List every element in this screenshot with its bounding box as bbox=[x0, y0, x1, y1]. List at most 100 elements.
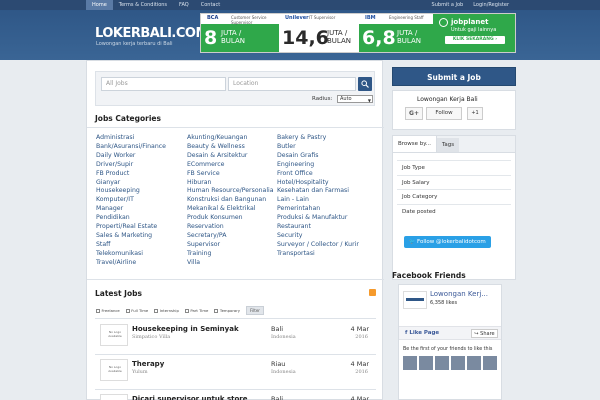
category-link[interactable]: Hiburan bbox=[187, 179, 274, 188]
nav-home[interactable]: Home bbox=[86, 0, 113, 10]
tab-browse-by[interactable]: Browse by... bbox=[393, 136, 437, 152]
sidebar: Submit a Job Lowongan Kerja Bali G+ Foll… bbox=[392, 60, 516, 400]
category-link[interactable]: Transportasi bbox=[277, 250, 359, 259]
category-link[interactable]: Training bbox=[187, 250, 274, 259]
ad-cta-button[interactable]: KLIK SEKARANG › bbox=[445, 36, 505, 44]
twitter-follow-button[interactable]: 🐦 Follow @lokerbalidotcom bbox=[404, 236, 491, 248]
nav-submit-job[interactable]: Submit a Job bbox=[427, 0, 469, 10]
nav-contact[interactable]: Contact bbox=[195, 0, 226, 10]
category-link[interactable]: Villa bbox=[187, 259, 274, 268]
jobs-search-input[interactable]: All Jobs bbox=[101, 77, 226, 91]
nav-login-register[interactable]: Login/Register bbox=[468, 0, 514, 10]
filter-checkbox-full-time[interactable]: Full Time bbox=[125, 308, 148, 313]
rss-icon[interactable] bbox=[369, 289, 376, 296]
avatar[interactable] bbox=[467, 356, 481, 370]
search-button[interactable] bbox=[358, 77, 372, 91]
nav-faq[interactable]: FAQ bbox=[173, 0, 195, 10]
category-link[interactable]: Surveyor / Collector / Kurir bbox=[277, 241, 359, 250]
checkbox-icon[interactable] bbox=[184, 308, 189, 313]
category-link[interactable]: Komputer/IT bbox=[96, 196, 166, 205]
category-link[interactable]: Engineering bbox=[277, 161, 359, 170]
category-link[interactable]: Produksi & Manufaktur bbox=[277, 214, 359, 223]
filter-checkbox-freelance[interactable]: Freelance bbox=[96, 308, 120, 313]
filter-checkbox-internship[interactable]: Internship bbox=[154, 308, 179, 313]
category-link[interactable]: Kesehatan dan Farmasi bbox=[277, 187, 359, 196]
filter-label: Temporary bbox=[219, 308, 241, 313]
gplus-page-name[interactable]: Lowongan Kerja Bali bbox=[417, 96, 478, 103]
category-link[interactable]: Mekanikal & Elektrikal bbox=[187, 205, 274, 214]
avatar[interactable] bbox=[403, 356, 417, 370]
job-title[interactable]: Therapy bbox=[132, 360, 164, 368]
facebook-widget: Lowongan Kerj... 6,358 likes f Like Page… bbox=[398, 284, 502, 400]
category-link[interactable]: Staff bbox=[96, 241, 166, 250]
category-link[interactable]: Telekomunikasi bbox=[96, 250, 166, 259]
fb-page-image[interactable] bbox=[403, 291, 427, 309]
checkbox-icon[interactable] bbox=[214, 308, 219, 313]
avatar[interactable] bbox=[419, 356, 433, 370]
site-logo[interactable]: LOKERBALI.COM bbox=[95, 26, 208, 41]
category-link[interactable]: FB Product bbox=[96, 170, 166, 179]
browse-item-job-salary[interactable]: Job Salary bbox=[397, 174, 511, 190]
checkbox-icon[interactable] bbox=[96, 308, 100, 313]
category-link[interactable]: Hotel/Hospitality bbox=[277, 179, 359, 188]
category-link[interactable]: Security bbox=[277, 232, 359, 241]
category-link[interactable]: ECommerce bbox=[187, 161, 274, 170]
category-link[interactable]: Properti/Real Estate bbox=[96, 223, 166, 232]
filter-checkbox-temporary[interactable]: Temporary bbox=[214, 308, 240, 313]
checkbox-icon[interactable] bbox=[154, 308, 159, 313]
fb-share-button[interactable]: ↪ Share bbox=[471, 329, 498, 338]
banner-ad[interactable]: BCA Customer Service Supervisor 8 JUTA /… bbox=[200, 13, 516, 53]
category-link[interactable]: Produk Konsumen bbox=[187, 214, 274, 223]
category-link[interactable]: Housekeeping bbox=[96, 187, 166, 196]
category-link[interactable]: Gianyar bbox=[96, 179, 166, 188]
category-link[interactable]: Manager bbox=[96, 205, 166, 214]
category-link[interactable]: Bank/Asuransi/Finance bbox=[96, 143, 166, 152]
checkbox-icon[interactable] bbox=[125, 308, 130, 313]
filter-checkbox-part-time[interactable]: Part Time bbox=[184, 308, 208, 313]
nav-terms[interactable]: Terms & Conditions bbox=[113, 0, 173, 10]
category-link[interactable]: Konstruksi dan Bangunan bbox=[187, 196, 274, 205]
submit-job-button[interactable]: Submit a Job bbox=[392, 67, 516, 86]
avatar[interactable] bbox=[451, 356, 465, 370]
browse-item-job-category[interactable]: Job Category bbox=[397, 189, 511, 204]
category-link[interactable]: Driver/Supir bbox=[96, 161, 166, 170]
gplus-follow-button[interactable]: Follow bbox=[426, 107, 462, 120]
radius-select[interactable]: Auto ▼ bbox=[337, 95, 373, 103]
category-link[interactable]: Akunting/Keuangan bbox=[187, 134, 274, 143]
category-link[interactable]: Sales & Marketing bbox=[96, 232, 166, 241]
category-link[interactable]: Desain & Arsitektur bbox=[187, 152, 274, 161]
location-input[interactable]: Location bbox=[228, 77, 356, 91]
avatar[interactable] bbox=[435, 356, 449, 370]
company-logo: No Logo Available bbox=[100, 359, 128, 381]
category-link[interactable]: Administrasi bbox=[96, 134, 166, 143]
category-link[interactable]: Desain Grafis bbox=[277, 152, 359, 161]
category-link[interactable]: Pemerintahan bbox=[277, 205, 359, 214]
category-link[interactable]: Front Office bbox=[277, 170, 359, 179]
categories-col-3: Bakery & Pastry Butler Desain Grafis Engine… bbox=[277, 134, 359, 259]
category-link[interactable]: Secretary/PA bbox=[187, 232, 274, 241]
job-title[interactable]: Dicari supervisor untuk store bbox=[132, 395, 247, 400]
tab-tags[interactable]: Tags bbox=[436, 138, 460, 152]
category-link[interactable]: Supervisor bbox=[187, 241, 274, 250]
category-link[interactable]: Pendidikan bbox=[96, 214, 166, 223]
category-link[interactable]: Restaurant bbox=[277, 223, 359, 232]
filter-button[interactable]: Filter bbox=[246, 306, 264, 315]
category-link[interactable]: Beauty & Wellness bbox=[187, 143, 274, 152]
category-link[interactable]: Human Resource/Personalia bbox=[187, 187, 274, 196]
browse-item-job-type[interactable]: Job Type bbox=[397, 160, 511, 175]
category-link[interactable]: Travel/Airline bbox=[96, 259, 166, 268]
job-title[interactable]: Housekeeping in Seminyak bbox=[132, 325, 239, 333]
category-link[interactable]: Reservation bbox=[187, 223, 274, 232]
category-link[interactable]: Daily Worker bbox=[96, 152, 166, 161]
fb-like-page-button[interactable]: f Like Page bbox=[405, 330, 439, 336]
filter-label: Freelance bbox=[101, 308, 120, 313]
gplus-plusone-button[interactable]: +1 bbox=[467, 107, 483, 120]
avatar[interactable] bbox=[483, 356, 497, 370]
fb-page-name[interactable]: Lowongan Kerj... bbox=[430, 290, 488, 298]
browse-item-date-posted[interactable]: Date posted bbox=[397, 203, 511, 219]
category-link[interactable]: Butler bbox=[277, 143, 359, 152]
job-type-filters: Freelance Full Time Internship Part Time Tem… bbox=[96, 306, 264, 315]
category-link[interactable]: FB Service bbox=[187, 170, 274, 179]
category-link[interactable]: Bakery & Pastry bbox=[277, 134, 359, 143]
category-link[interactable]: Lain - Lain bbox=[277, 196, 359, 205]
